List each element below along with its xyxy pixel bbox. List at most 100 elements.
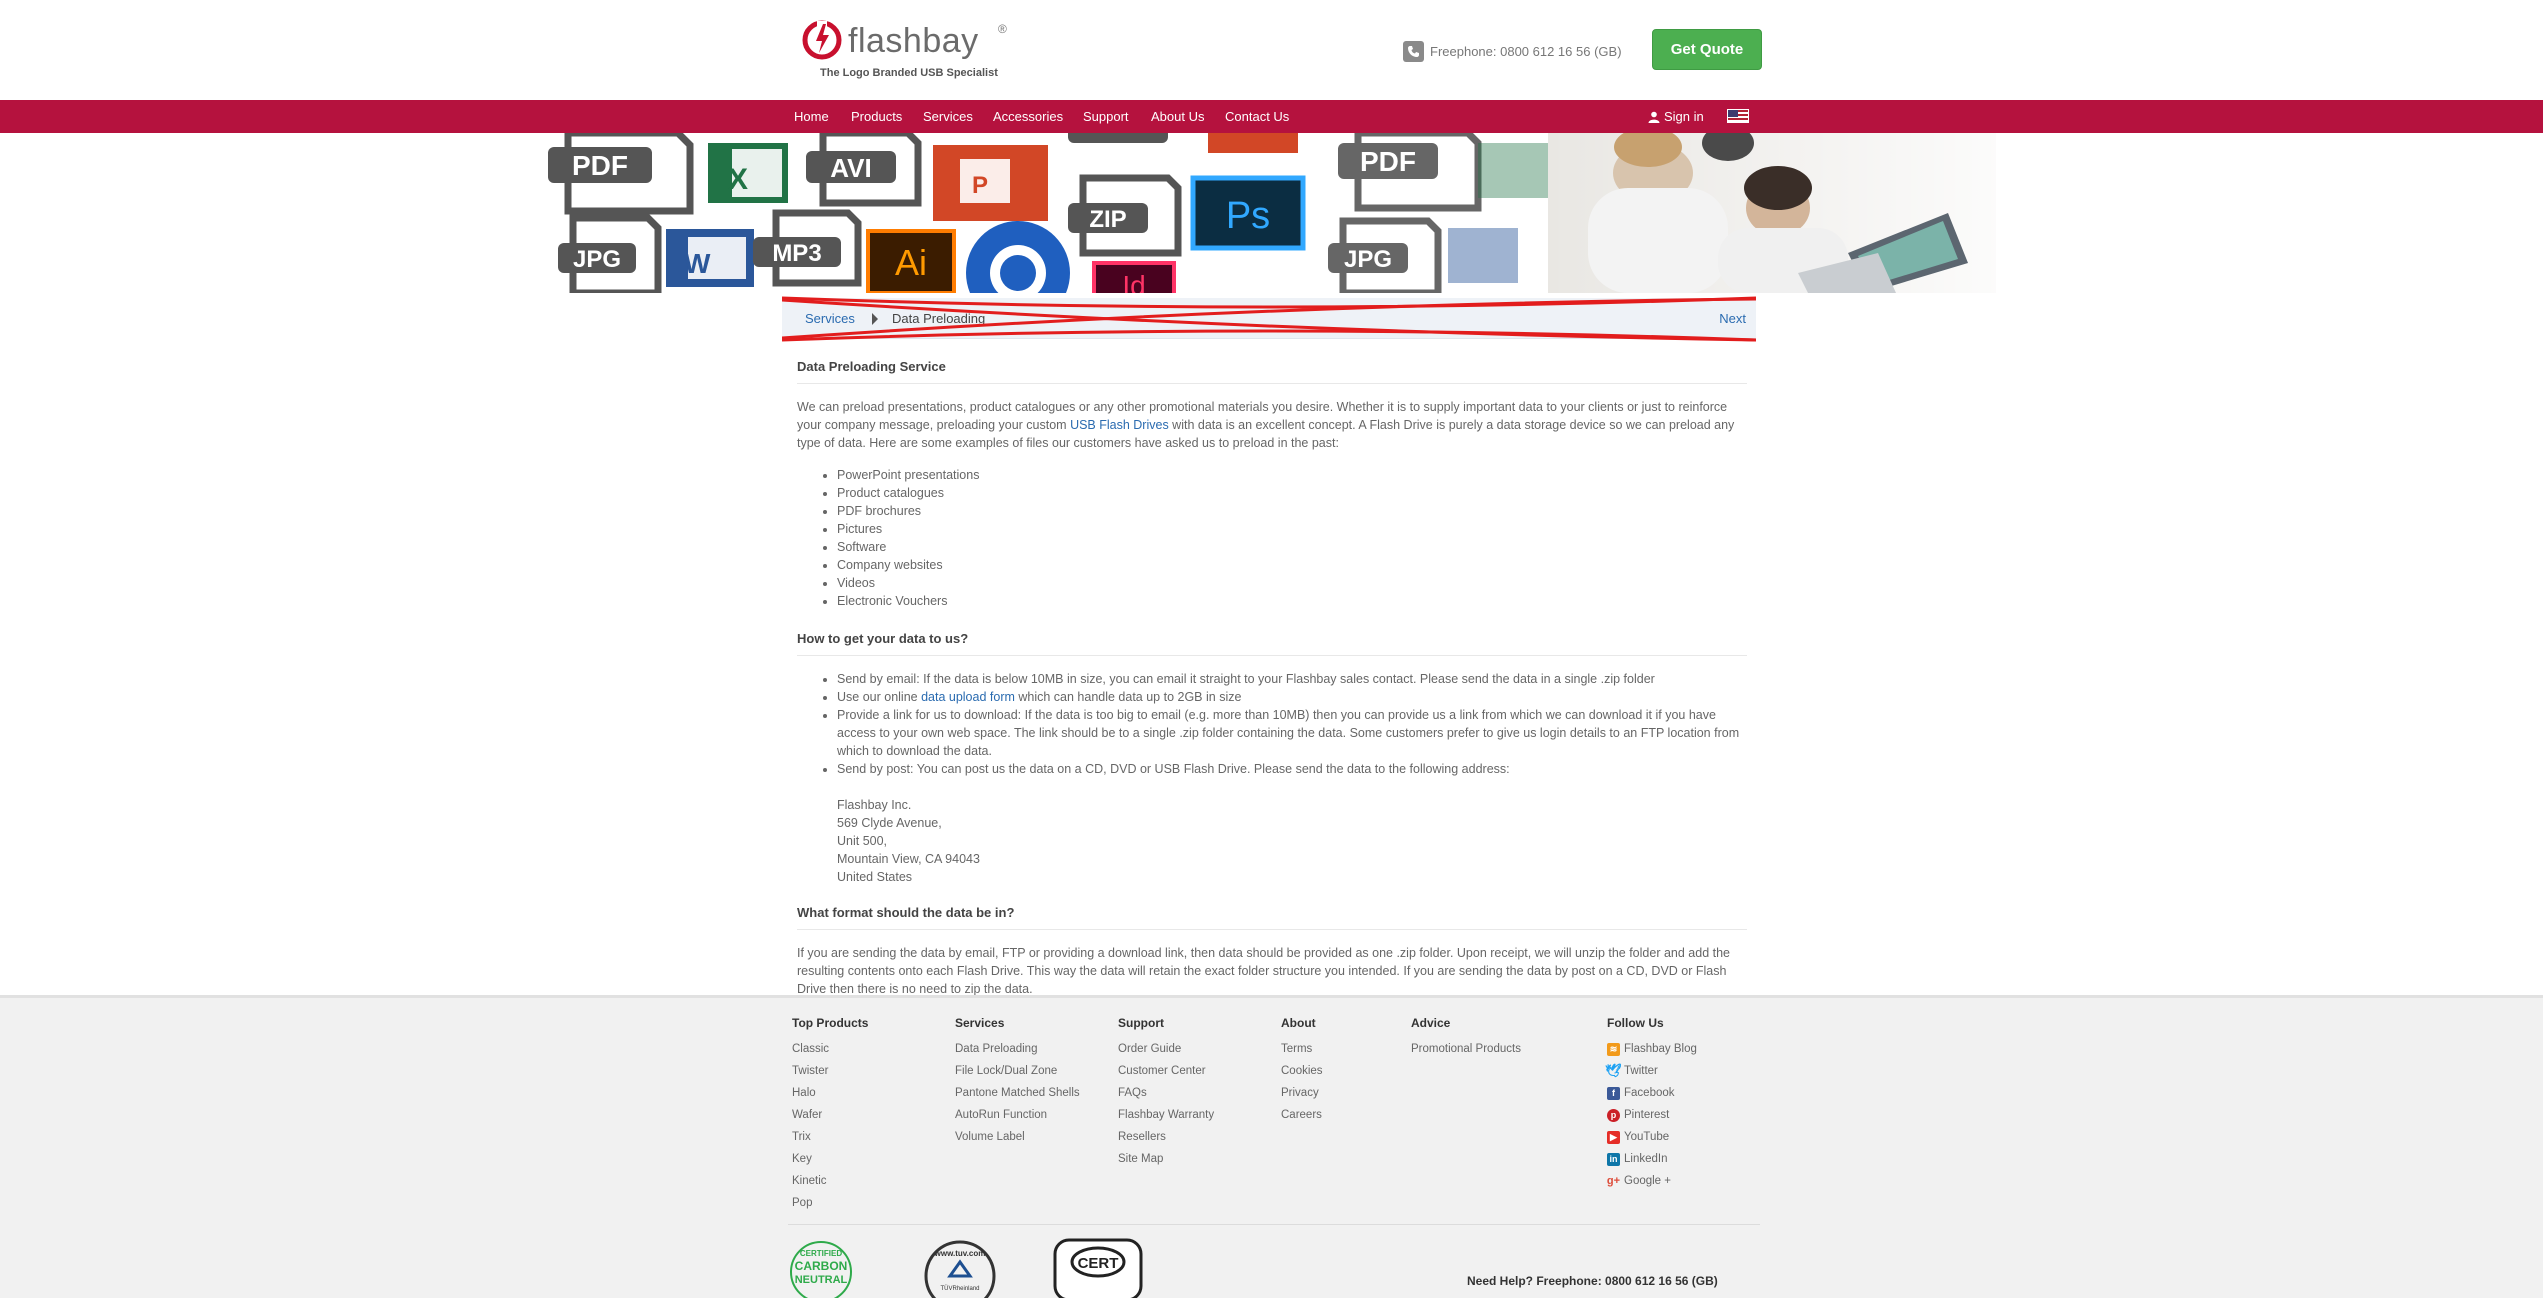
- nav-services[interactable]: Services: [923, 100, 973, 133]
- footer-link[interactable]: Key: [792, 1148, 868, 1170]
- social-link-twitter[interactable]: 🕊 Twitter: [1605, 1060, 1697, 1082]
- how-to-send-list: Send by email: If the data is below 10MB…: [837, 670, 1747, 778]
- footer-col-top-products: Top Products Classic Twister Halo Wafer …: [792, 1016, 868, 1214]
- footer-link[interactable]: Wafer: [792, 1104, 868, 1126]
- how2-text-a: Use our online: [837, 690, 922, 704]
- footer-link[interactable]: Classic: [792, 1038, 868, 1060]
- us-flag-icon[interactable]: [1727, 109, 1749, 123]
- tuv-cert-badge: CERT: [1053, 1238, 1143, 1298]
- facebook-icon: f: [1607, 1086, 1620, 1100]
- footer-link[interactable]: Careers: [1281, 1104, 1323, 1126]
- footer-link[interactable]: Halo: [792, 1082, 868, 1104]
- footer-link[interactable]: Resellers: [1118, 1126, 1214, 1148]
- section-title-preloading: Data Preloading Service: [797, 350, 1747, 384]
- footer-link[interactable]: Pantone Matched Shells: [955, 1082, 1080, 1104]
- next-link[interactable]: Next: [1719, 311, 1746, 326]
- get-quote-button[interactable]: Get Quote: [1652, 29, 1762, 70]
- footer-link[interactable]: FAQs: [1118, 1082, 1214, 1104]
- breadcrumb: Services Data Preloading Next: [782, 298, 1756, 339]
- footer-link[interactable]: Data Preloading: [955, 1038, 1080, 1060]
- usb-flash-drives-link[interactable]: USB Flash Drives: [1070, 418, 1169, 432]
- pdf-file-icon-2: PDF: [1338, 133, 1482, 212]
- social-link-youtube[interactable]: ▶ YouTube: [1607, 1126, 1697, 1148]
- list-item: Send by email: If the data is below 10MB…: [837, 670, 1747, 688]
- svg-text:NEUTRAL: NEUTRAL: [795, 1274, 848, 1286]
- nav-home[interactable]: Home: [794, 100, 829, 133]
- banner-label: Id: [1122, 270, 1145, 293]
- postal-address: Flashbay Inc. 569 Clyde Avenue, Unit 500…: [837, 796, 1747, 886]
- indesign-icon: Id: [1092, 261, 1176, 293]
- sign-in-link[interactable]: Sign in: [1648, 100, 1704, 133]
- list-item: Send by post: You can post us the data o…: [837, 760, 1747, 778]
- breadcrumb-services-link[interactable]: Services: [805, 311, 855, 326]
- rss-icon: ≋: [1607, 1042, 1620, 1056]
- user-icon: [1648, 111, 1660, 123]
- flashbay-logo[interactable]: flashbay ® The Logo Branded USB Speciali…: [802, 20, 1022, 84]
- social-link-linkedin[interactable]: in LinkedIn: [1607, 1148, 1697, 1170]
- footer-link[interactable]: Order Guide: [1118, 1038, 1214, 1060]
- footer-col-title: Top Products: [792, 1016, 869, 1030]
- excel-icon: X: [708, 143, 788, 203]
- list-item: Company websites: [837, 556, 1747, 574]
- nav-contact-us[interactable]: Contact Us: [1225, 100, 1289, 133]
- list-item: Electronic Vouchers: [837, 592, 1747, 610]
- address-line: Mountain View, CA 94043: [837, 852, 980, 866]
- list-item: Provide a link for us to download: If th…: [837, 706, 1747, 760]
- pinterest-icon: p: [1607, 1108, 1620, 1122]
- footer-col-about: About Terms Cookies Privacy Careers: [1281, 1016, 1323, 1126]
- footer-link[interactable]: Privacy: [1281, 1082, 1323, 1104]
- avi-file-icon: AVI: [806, 133, 922, 207]
- social-link-facebook[interactable]: f Facebook: [1607, 1082, 1697, 1104]
- jpg-file-icon: JPG: [558, 214, 662, 293]
- twitter-icon: 🕊: [1605, 1063, 1622, 1078]
- footer-link[interactable]: Volume Label: [955, 1126, 1080, 1148]
- social-label: Pinterest: [1624, 1109, 1670, 1121]
- banner-label: PDF: [1360, 146, 1416, 177]
- social-label: LinkedIn: [1624, 1153, 1668, 1165]
- footer-col-title: Support: [1118, 1016, 1164, 1030]
- nav-products[interactable]: Products: [851, 100, 902, 133]
- social-link-pinterest[interactable]: p Pinterest: [1607, 1104, 1697, 1126]
- footer-link[interactable]: Promotional Products: [1411, 1038, 1521, 1060]
- list-item: Videos: [837, 574, 1747, 592]
- svg-text:CERTIFIED: CERTIFIED: [800, 1249, 842, 1258]
- address-line: Unit 500,: [837, 834, 888, 848]
- nav-about-us[interactable]: About Us: [1151, 100, 1204, 133]
- intro-paragraph: We can preload presentations, product ca…: [797, 398, 1747, 452]
- logo-registered-mark: ®: [998, 22, 1007, 36]
- how2-text-b: which can handle data up to 2GB in size: [1014, 690, 1242, 704]
- site-footer: Top Products Classic Twister Halo Wafer …: [0, 995, 2543, 1298]
- google-plus-icon: g+: [1606, 1175, 1621, 1187]
- footer-link[interactable]: Trix: [792, 1126, 868, 1148]
- footer-link[interactable]: Customer Center: [1118, 1060, 1214, 1082]
- logo-text: flashbay: [848, 22, 979, 60]
- footer-link[interactable]: Twister: [792, 1060, 868, 1082]
- footer-link[interactable]: Flashbay Warranty: [1118, 1104, 1214, 1126]
- social-link-blog[interactable]: ≋ Flashbay Blog: [1607, 1038, 1697, 1060]
- social-link-google-plus[interactable]: g+ Google +: [1607, 1170, 1697, 1192]
- footer-col-title: Follow Us: [1607, 1016, 1664, 1030]
- nav-support[interactable]: Support: [1083, 100, 1129, 133]
- footer-link[interactable]: Site Map: [1118, 1148, 1214, 1170]
- footer-link[interactable]: File Lock/Dual Zone: [955, 1060, 1080, 1082]
- linkedin-icon: in: [1607, 1152, 1620, 1166]
- footer-divider: [788, 1224, 1760, 1225]
- phone-icon: [1403, 40, 1424, 62]
- footer-link[interactable]: AutoRun Function: [955, 1104, 1080, 1126]
- data-upload-form-link[interactable]: data upload form: [921, 690, 1015, 704]
- format-paragraph: If you are sending the data by email, FT…: [797, 946, 1730, 996]
- svg-text:CERT: CERT: [1078, 1255, 1119, 1272]
- banner-image: PDF X AVI P JPG W MP3 ZIP Ps Ai Id PDF J…: [548, 133, 1996, 293]
- footer-link[interactable]: Terms: [1281, 1038, 1323, 1060]
- power-icon: [802, 20, 842, 60]
- svg-text:X: X: [728, 163, 748, 196]
- footer-link[interactable]: Kinetic: [792, 1170, 868, 1192]
- banner-label: AVI: [830, 153, 871, 183]
- tuv-rheinland-badge: www.tuv.com TÜVRheinland: [924, 1240, 996, 1298]
- nav-accessories[interactable]: Accessories: [993, 100, 1063, 133]
- section-title-how: How to get your data to us?: [797, 622, 1747, 656]
- footer-link[interactable]: Pop: [792, 1192, 868, 1214]
- list-item: Software: [837, 538, 1747, 556]
- banner-label: Ps: [1226, 195, 1270, 237]
- footer-link[interactable]: Cookies: [1281, 1060, 1323, 1082]
